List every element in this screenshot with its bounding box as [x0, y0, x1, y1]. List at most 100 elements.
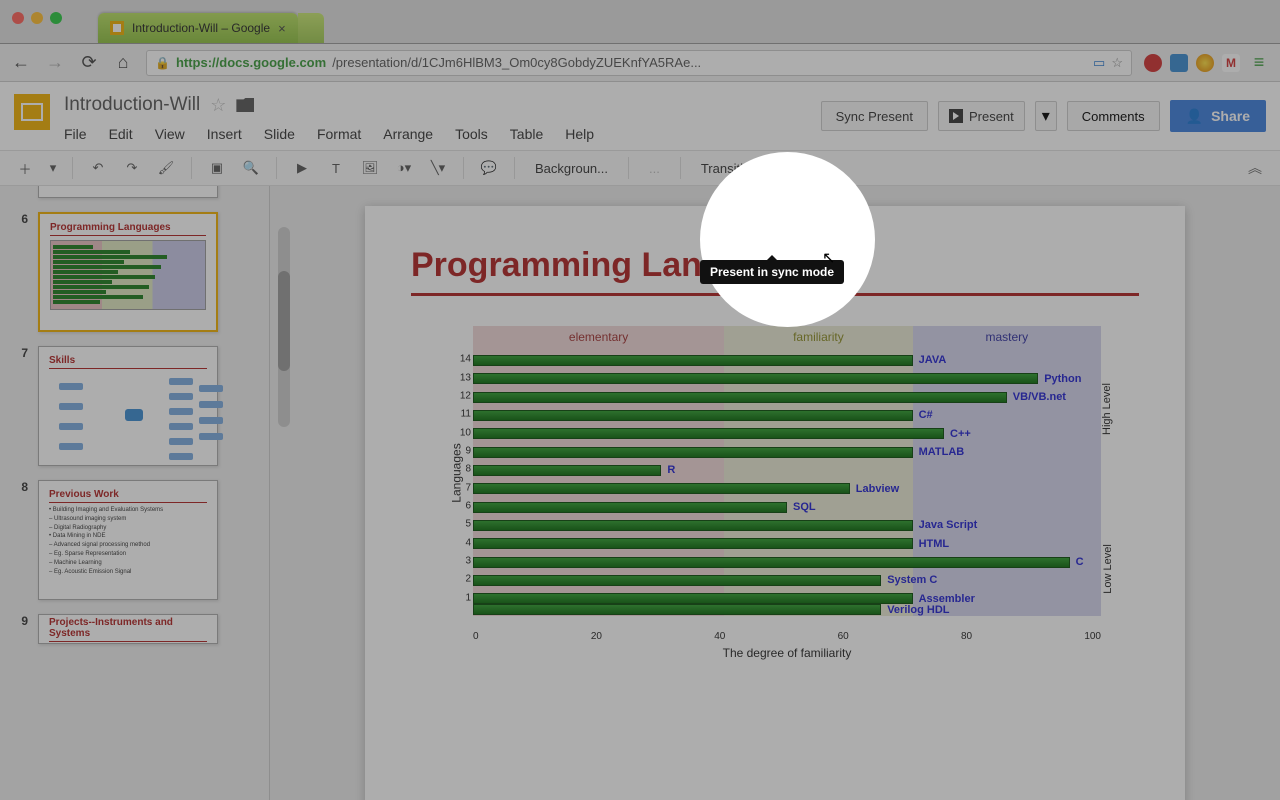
panel-scrollbar[interactable] [278, 227, 290, 427]
new-tab-button[interactable] [298, 13, 324, 43]
zoom-button[interactable]: 🔍 [238, 155, 264, 181]
present-button[interactable]: Present [938, 101, 1025, 131]
url-domain: https://docs.google.com [176, 55, 326, 70]
sync-present-button[interactable]: Sync Present [821, 101, 928, 131]
slides-logo-icon[interactable] [14, 94, 50, 130]
group-label-low: Low Level [1102, 544, 1114, 594]
textbox-tool[interactable]: T [323, 155, 349, 181]
doc-title[interactable]: Introduction-Will [64, 94, 200, 116]
bar-sql [473, 502, 787, 513]
zoom-fit-button[interactable]: ▣ [204, 155, 230, 181]
browser-toolbar: ← → ⟳ ⌂ 🔒 https://docs.google.com /prese… [0, 44, 1280, 82]
shape-tool[interactable]: ◑▾ [391, 155, 417, 181]
background-button[interactable]: Backgroun... [527, 161, 616, 176]
reload-button[interactable]: ⟳ [78, 52, 100, 73]
x-tick: 40 [714, 631, 725, 642]
address-bar[interactable]: 🔒 https://docs.google.com /presentation/… [146, 50, 1132, 76]
bar-label: SQL [793, 501, 816, 513]
thumbnail-slide-7[interactable]: Skills [38, 346, 218, 466]
share-button[interactable]: 👤Share [1170, 100, 1266, 132]
undo-button[interactable]: ↶ [85, 155, 111, 181]
browser-window: Introduction-Will – Google × ← → ⟳ ⌂ 🔒 h… [0, 0, 1280, 800]
star-icon[interactable]: ☆ [210, 95, 226, 116]
x-tick: 100 [1084, 631, 1101, 642]
menu-help[interactable]: Help [565, 126, 594, 142]
comments-button[interactable]: Comments [1067, 101, 1160, 131]
thumb-title: Programming Languages [50, 222, 206, 236]
browser-tab[interactable]: Introduction-Will – Google × [98, 13, 298, 43]
thumbnail[interactable] [38, 186, 218, 198]
slide[interactable]: Programming Languages elementaryfamiliar… [365, 206, 1185, 800]
extension-icon[interactable] [1170, 54, 1188, 72]
back-button[interactable]: ← [10, 52, 32, 73]
bar-label: C++ [950, 428, 971, 440]
folder-icon[interactable] [236, 98, 254, 112]
minimize-window-icon[interactable] [31, 12, 43, 24]
bookmark-star-icon[interactable]: ☆ [1111, 55, 1123, 71]
menu-format[interactable]: Format [317, 126, 361, 142]
close-window-icon[interactable] [12, 12, 24, 24]
transition-button[interactable]: Transition... [693, 161, 776, 176]
present-label: Present [969, 109, 1014, 124]
menu-table[interactable]: Table [510, 126, 543, 142]
line-tool[interactable]: ╲▾ [425, 155, 451, 181]
thumbnail-slide-8[interactable]: Previous Work• Building Imaging and Eval… [38, 480, 218, 600]
thumb-number: 6 [14, 212, 28, 332]
forward-button: → [44, 52, 66, 73]
menu-arrange[interactable]: Arrange [383, 126, 433, 142]
collapse-toolbar-icon[interactable]: ︽ [1248, 158, 1262, 178]
thumb-title: Previous Work [49, 489, 207, 503]
slide-panel[interactable]: 6Programming Languages7Skills8Previous W… [0, 186, 270, 800]
menu-file[interactable]: File [64, 126, 87, 142]
menu-tools[interactable]: Tools [455, 126, 488, 142]
bar-label: MATLAB [919, 446, 965, 458]
slides-app: Introduction-Will ☆ File Edit View Inser… [0, 82, 1280, 800]
window-controls[interactable] [12, 12, 62, 24]
bar-label: System C [887, 574, 937, 586]
redo-button[interactable]: ↷ [119, 155, 145, 181]
bar-label: C [1076, 556, 1084, 568]
maximize-window-icon[interactable] [50, 12, 62, 24]
thumb-number: 8 [14, 480, 28, 600]
bar-r [473, 465, 661, 476]
layout-button[interactable]: ... [641, 161, 668, 176]
thumbnail-slide-9[interactable]: Projects--Instruments and Systems• Multi… [38, 614, 218, 644]
thumb-title: Projects--Instruments and Systems [49, 617, 207, 642]
image-tool[interactable]: 🖼 [357, 155, 383, 181]
bar-label: Python [1044, 373, 1081, 385]
tab-close-icon[interactable]: × [278, 21, 286, 36]
new-slide-button[interactable]: ＋ [12, 155, 38, 181]
play-icon [949, 109, 963, 123]
select-tool[interactable]: ▶ [289, 155, 315, 181]
cursor-icon: ↖ [822, 248, 835, 268]
menu-slide[interactable]: Slide [264, 126, 295, 142]
bar-verilog-hdl [473, 604, 881, 615]
tab-title: Introduction-Will – Google [132, 21, 270, 35]
scrollbar-thumb[interactable] [278, 271, 290, 371]
bar-java-script [473, 520, 913, 531]
app-header: Introduction-Will ☆ File Edit View Inser… [0, 82, 1280, 142]
chrome-menu-icon[interactable]: ≡ [1248, 52, 1270, 73]
extension-icons: M ≡ [1144, 52, 1270, 73]
bar-system-c [473, 575, 881, 586]
home-button[interactable]: ⌂ [112, 52, 134, 73]
bar-c- [473, 428, 944, 439]
present-dropdown[interactable]: ▾ [1035, 101, 1057, 131]
bar-label: Labview [856, 483, 899, 495]
new-slide-dropdown[interactable]: ▾ [46, 155, 60, 181]
paint-format-button[interactable]: 🖌 [153, 155, 179, 181]
bar-label: Verilog HDL [887, 604, 949, 616]
slides-favicon-icon [110, 21, 124, 35]
gmail-icon[interactable]: M [1222, 54, 1240, 72]
menu-view[interactable]: View [155, 126, 185, 142]
panel-toggle-icon[interactable]: ▭ [1093, 55, 1105, 71]
comment-tool[interactable]: 💬 [476, 155, 502, 181]
thumbnail-slide-6[interactable]: Programming Languages [38, 212, 218, 332]
bar-label: HTML [919, 538, 950, 550]
extension-icon[interactable] [1196, 54, 1214, 72]
x-axis-label: The degree of familiarity [435, 646, 1139, 660]
menu-insert[interactable]: Insert [207, 126, 242, 142]
bar-label: Java Script [919, 519, 978, 531]
menu-edit[interactable]: Edit [109, 126, 133, 142]
adblock-icon[interactable] [1144, 54, 1162, 72]
